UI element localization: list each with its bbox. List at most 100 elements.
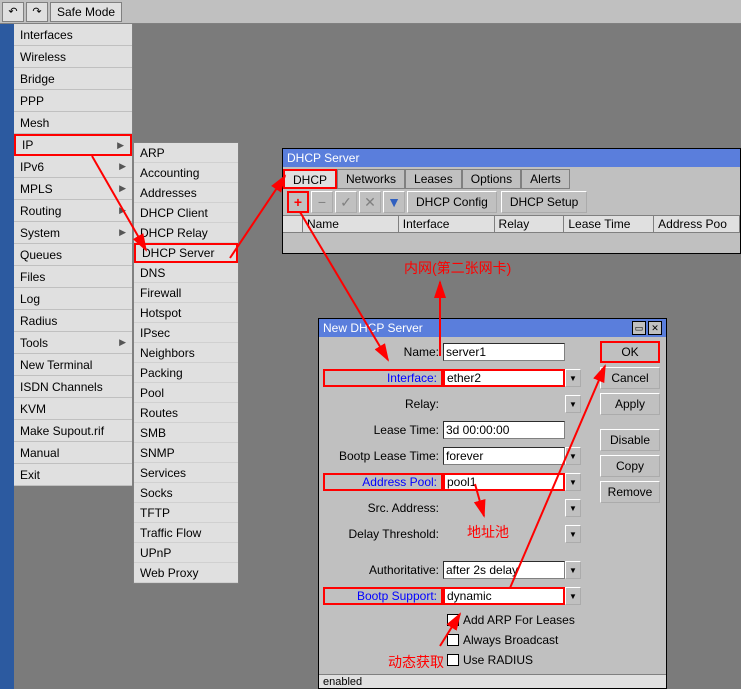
submenu-addresses[interactable]: Addresses [134, 183, 238, 203]
tab-leases[interactable]: Leases [405, 169, 462, 189]
input-lease-time[interactable] [443, 421, 565, 439]
chevron-right-icon: ▶ [119, 161, 126, 172]
safe-mode-button[interactable]: Safe Mode [50, 2, 122, 22]
th-interface[interactable]: Interface [399, 216, 495, 232]
submenu-web-proxy[interactable]: Web Proxy [134, 563, 238, 583]
tab-options[interactable]: Options [462, 169, 521, 189]
submenu-accounting[interactable]: Accounting [134, 163, 238, 183]
submenu-socks[interactable]: Socks [134, 483, 238, 503]
th-lease-time[interactable]: Lease Time [564, 216, 654, 232]
menu-bridge[interactable]: Bridge [14, 68, 132, 90]
menu-ppp[interactable]: PPP [14, 90, 132, 112]
dropdown-address-pool[interactable]: ▼ [565, 473, 581, 491]
submenu-upnp[interactable]: UPnP [134, 543, 238, 563]
tab-networks[interactable]: Networks [337, 169, 405, 189]
apply-button[interactable]: Apply [600, 393, 660, 415]
submenu-arp[interactable]: ARP [134, 143, 238, 163]
dropdown-relay[interactable]: ▼ [565, 395, 581, 413]
submenu-snmp[interactable]: SNMP [134, 443, 238, 463]
ok-button[interactable]: OK [600, 341, 660, 363]
checkbox-always-broadcast[interactable] [447, 634, 459, 646]
menu-mesh[interactable]: Mesh [14, 112, 132, 134]
submenu-packing[interactable]: Packing [134, 363, 238, 383]
chevron-right-icon: ▶ [119, 337, 126, 348]
menu-ipv6[interactable]: IPv6▶ [14, 156, 132, 178]
submenu-routes[interactable]: Routes [134, 403, 238, 423]
menu-exit[interactable]: Exit [14, 464, 132, 486]
close-icon[interactable]: ✕ [648, 321, 662, 335]
menu-manual[interactable]: Manual [14, 442, 132, 464]
disable-button[interactable]: ✕ [359, 191, 381, 213]
submenu-dns[interactable]: DNS [134, 263, 238, 283]
tab-dhcp[interactable]: DHCP [283, 169, 337, 189]
submenu-dhcp-client[interactable]: DHCP Client [134, 203, 238, 223]
checkbox-add-arp[interactable] [447, 614, 459, 626]
tab-alerts[interactable]: Alerts [521, 169, 570, 189]
dropdown-delay-threshold[interactable]: ▼ [565, 525, 581, 543]
undo-button[interactable]: ↶ [2, 2, 24, 22]
submenu-ipsec[interactable]: IPsec [134, 323, 238, 343]
dropdown-authoritative[interactable]: ▼ [565, 561, 581, 579]
submenu-services[interactable]: Services [134, 463, 238, 483]
disable-button[interactable]: Disable [600, 429, 660, 451]
menu-isdn-channels[interactable]: ISDN Channels [14, 376, 132, 398]
dropdown-interface[interactable]: ▼ [565, 369, 581, 387]
menu-interfaces[interactable]: Interfaces [14, 24, 132, 46]
dhcp-setup-button[interactable]: DHCP Setup [501, 191, 587, 213]
submenu-dhcp-relay[interactable]: DHCP Relay [134, 223, 238, 243]
menu-queues[interactable]: Queues [14, 244, 132, 266]
add-button[interactable]: + [287, 191, 309, 213]
input-authoritative[interactable] [443, 561, 565, 579]
menu-label: Exit [20, 468, 40, 482]
input-name[interactable] [443, 343, 565, 361]
copy-button[interactable]: Copy [600, 455, 660, 477]
submenu-traffic-flow[interactable]: Traffic Flow [134, 523, 238, 543]
th-address-pool[interactable]: Address Poo [654, 216, 740, 232]
menu-make-supout[interactable]: Make Supout.rif [14, 420, 132, 442]
submenu-firewall[interactable]: Firewall [134, 283, 238, 303]
submenu-pool[interactable]: Pool [134, 383, 238, 403]
th-name[interactable]: Name [303, 216, 399, 232]
dropdown-bootp-support[interactable]: ▼ [565, 587, 581, 605]
label-lease-time: Lease Time: [323, 423, 443, 437]
submenu-hotspot[interactable]: Hotspot [134, 303, 238, 323]
input-interface[interactable] [443, 369, 565, 387]
menu-mpls[interactable]: MPLS▶ [14, 178, 132, 200]
dhcp-window-titlebar[interactable]: DHCP Server [283, 149, 740, 167]
menu-ip[interactable]: IP▶ [14, 134, 132, 156]
annotation-pool: 地址池 [467, 522, 509, 542]
dhcp-config-button[interactable]: DHCP Config [407, 191, 497, 213]
menu-radius[interactable]: Radius [14, 310, 132, 332]
th-blank[interactable] [283, 216, 303, 232]
new-dialog-titlebar[interactable]: New DHCP Server ▭ ✕ [319, 319, 666, 337]
menu-tools[interactable]: Tools▶ [14, 332, 132, 354]
redo-button[interactable]: ↷ [26, 2, 48, 22]
enable-button[interactable]: ✓ [335, 191, 357, 213]
menu-label: System [20, 226, 60, 240]
input-address-pool[interactable] [443, 473, 565, 491]
remove-button[interactable]: − [311, 191, 333, 213]
cancel-button[interactable]: Cancel [600, 367, 660, 389]
submenu-smb[interactable]: SMB [134, 423, 238, 443]
checkbox-use-radius[interactable] [447, 654, 459, 666]
menu-kvm[interactable]: KVM [14, 398, 132, 420]
menu-system[interactable]: System▶ [14, 222, 132, 244]
dropdown-bootp-lease[interactable]: ▼ [565, 447, 581, 465]
label-src-address: Src. Address: [323, 501, 443, 515]
menu-new-terminal[interactable]: New Terminal [14, 354, 132, 376]
submenu-neighbors[interactable]: Neighbors [134, 343, 238, 363]
th-relay[interactable]: Relay [495, 216, 565, 232]
submenu-dhcp-server[interactable]: DHCP Server [134, 243, 238, 263]
input-bootp-support[interactable] [443, 587, 565, 605]
menu-log[interactable]: Log [14, 288, 132, 310]
menu-files[interactable]: Files [14, 266, 132, 288]
input-bootp-lease[interactable] [443, 447, 565, 465]
dropdown-src-address[interactable]: ▼ [565, 499, 581, 517]
label-delay-threshold: Delay Threshold: [323, 527, 443, 541]
menu-wireless[interactable]: Wireless [14, 46, 132, 68]
filter-button[interactable]: ▼ [383, 191, 405, 213]
submenu-tftp[interactable]: TFTP [134, 503, 238, 523]
remove-dialog-button[interactable]: Remove [600, 481, 660, 503]
menu-routing[interactable]: Routing▶ [14, 200, 132, 222]
minimize-icon[interactable]: ▭ [632, 321, 646, 335]
